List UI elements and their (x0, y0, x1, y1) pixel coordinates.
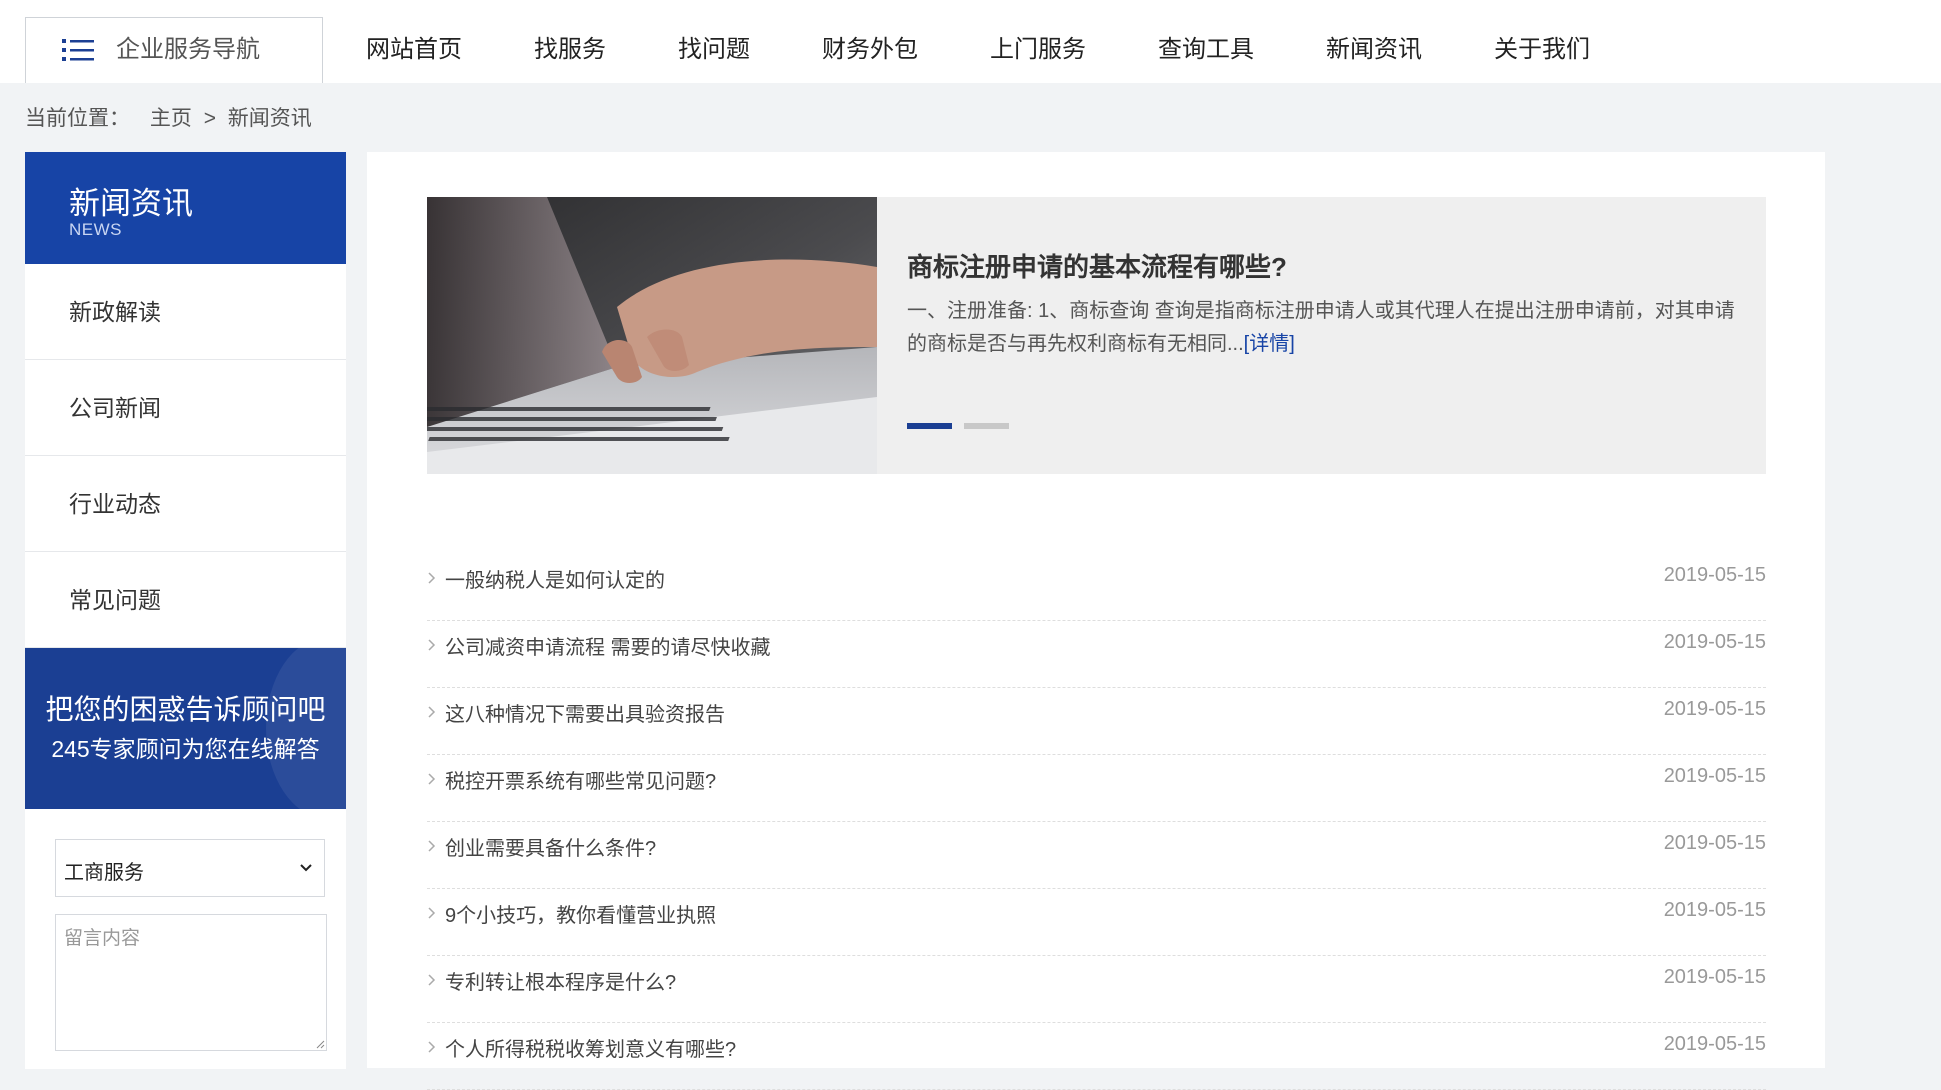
enterprise-service-nav-label: 企业服务导航 (116, 36, 260, 63)
news-title[interactable]: 一般纳税人是如何认定的 (445, 564, 665, 593)
news-list-item[interactable]: 一般纳税人是如何认定的 2019-05-15 (427, 554, 1766, 621)
news-title[interactable]: 专利转让根本程序是什么? (445, 966, 676, 995)
news-list-item[interactable]: 税控开票系统有哪些常见问题? 2019-05-15 (427, 755, 1766, 822)
news-date: 2019-05-15 (1663, 832, 1766, 854)
news-title[interactable]: 个人所得税税收筹划意义有哪些? (445, 1033, 736, 1062)
nav-item-finance-outsourcing[interactable]: 财务外包 (786, 0, 954, 83)
chevron-right-icon (428, 1041, 436, 1053)
sidebar-item-company-news[interactable]: 公司新闻 (25, 360, 346, 456)
chevron-down-icon (300, 864, 312, 872)
news-list-item[interactable]: 个人所得税税收筹划意义有哪些? 2019-05-15 (427, 1023, 1766, 1090)
sidebar-header: 新闻资讯 NEWS (25, 152, 346, 264)
chevron-right-icon (428, 773, 436, 785)
nav-item-about-us[interactable]: 关于我们 (1458, 0, 1626, 83)
news-title[interactable]: 这八种情况下需要出具验资报告 (445, 698, 725, 727)
chevron-right-icon (428, 974, 436, 986)
consultant-banner: 把您的困惑告诉顾问吧 245专家顾问为您在线解答 (25, 648, 346, 809)
featured-news-carousel: 商标注册申请的基本流程有哪些? 一、注册准备: 1、商标查询 查询是指商标注册申… (427, 197, 1766, 474)
message-form: 工商服务 (25, 809, 346, 1069)
nav-item-news[interactable]: 新闻资讯 (1290, 0, 1458, 83)
nav-item-query-tools[interactable]: 查询工具 (1122, 0, 1290, 83)
chevron-right-icon (428, 840, 436, 852)
news-date: 2019-05-15 (1663, 765, 1766, 787)
breadcrumb-separator: > (203, 107, 216, 130)
sidebar: 新闻资讯 NEWS 新政解读 公司新闻 行业动态 常见问题 把您的困惑告诉顾问吧… (25, 152, 346, 1069)
featured-news-excerpt: 一、注册准备: 1、商标查询 查询是指商标注册申请人或其代理人在提出注册申请前，… (907, 295, 1737, 361)
news-date: 2019-05-15 (1663, 899, 1766, 921)
sidebar-subtitle: NEWS (69, 220, 122, 239)
consultant-banner-subheading: 245专家顾问为您在线解答 (51, 736, 320, 762)
chevron-right-icon (428, 572, 436, 584)
sidebar-menu: 新政解读 公司新闻 行业动态 常见问题 (25, 264, 346, 648)
service-type-selected-value: 工商服务 (64, 862, 144, 884)
news-list-item[interactable]: 这八种情况下需要出具验资报告 2019-05-15 (427, 688, 1766, 755)
list-icon (62, 39, 94, 61)
breadcrumb: 当前位置： 主页 > 新闻资讯 (25, 104, 318, 134)
featured-detail-link[interactable]: [详情] (1244, 333, 1295, 355)
featured-news-title[interactable]: 商标注册申请的基本流程有哪些? (907, 247, 1287, 284)
sidebar-title: 新闻资讯 (69, 186, 193, 221)
main-content: 商标注册申请的基本流程有哪些? 一、注册准备: 1、商标查询 查询是指商标注册申… (367, 152, 1825, 1090)
sidebar-item-industry-trends[interactable]: 行业动态 (25, 456, 346, 552)
laptop-typing-photo[interactable] (427, 197, 877, 474)
news-list-item[interactable]: 公司减资申请流程 需要的请尽快收藏 2019-05-15 (427, 621, 1766, 688)
breadcrumb-prefix: 当前位置： (25, 107, 130, 130)
news-date: 2019-05-15 (1663, 1033, 1766, 1055)
news-list: 一般纳税人是如何认定的 2019-05-15 公司减资申请流程 需要的请尽快收藏… (427, 554, 1766, 1090)
news-title[interactable]: 创业需要具备什么条件? (445, 832, 656, 861)
main-menu: 网站首页 找服务 找问题 财务外包 上门服务 查询工具 新闻资讯 关于我们 (330, 0, 1626, 83)
nav-item-home[interactable]: 网站首页 (330, 0, 498, 83)
message-textarea[interactable] (55, 914, 327, 1051)
consultant-banner-heading: 把您的困惑告诉顾问吧 (45, 694, 326, 725)
nav-item-find-question[interactable]: 找问题 (642, 0, 786, 83)
resize-grip-icon[interactable] (315, 1039, 325, 1049)
news-date: 2019-05-15 (1663, 698, 1766, 720)
chevron-right-icon (428, 706, 436, 718)
news-list-item[interactable]: 创业需要具备什么条件? 2019-05-15 (427, 822, 1766, 889)
news-date: 2019-05-15 (1663, 631, 1766, 653)
breadcrumb-home-link[interactable]: 主页 (150, 107, 192, 130)
news-title[interactable]: 9个小技巧，教你看懂营业执照 (445, 899, 716, 928)
carousel-indicator-2[interactable] (964, 423, 1009, 429)
carousel-indicator-1[interactable] (907, 423, 952, 429)
news-date: 2019-05-15 (1663, 564, 1766, 586)
breadcrumb-current: 新闻资讯 (227, 107, 312, 130)
sidebar-item-faq[interactable]: 常见问题 (25, 552, 346, 648)
news-list-item[interactable]: 9个小技巧，教你看懂营业执照 2019-05-15 (427, 889, 1766, 956)
news-title[interactable]: 税控开票系统有哪些常见问题? (445, 765, 716, 794)
chevron-right-icon (428, 639, 436, 651)
top-navigation-bar: 企业服务导航 网站首页 找服务 找问题 财务外包 上门服务 查询工具 新闻资讯 … (0, 0, 1941, 83)
sidebar-item-policy-interpretation[interactable]: 新政解读 (25, 264, 346, 360)
news-title[interactable]: 公司减资申请流程 需要的请尽快收藏 (445, 631, 771, 660)
enterprise-service-nav-button[interactable]: 企业服务导航 (25, 17, 323, 83)
featured-news-excerpt-text: 一、注册准备: 1、商标查询 查询是指商标注册申请人或其代理人在提出注册申请前，… (907, 300, 1735, 355)
news-date: 2019-05-15 (1663, 966, 1766, 988)
news-list-item[interactable]: 专利转让根本程序是什么? 2019-05-15 (427, 956, 1766, 1023)
banner-decoration (266, 648, 346, 809)
chevron-right-icon (428, 907, 436, 919)
nav-item-find-service[interactable]: 找服务 (498, 0, 642, 83)
nav-item-onsite-service[interactable]: 上门服务 (954, 0, 1122, 83)
service-type-select[interactable]: 工商服务 (55, 839, 325, 897)
